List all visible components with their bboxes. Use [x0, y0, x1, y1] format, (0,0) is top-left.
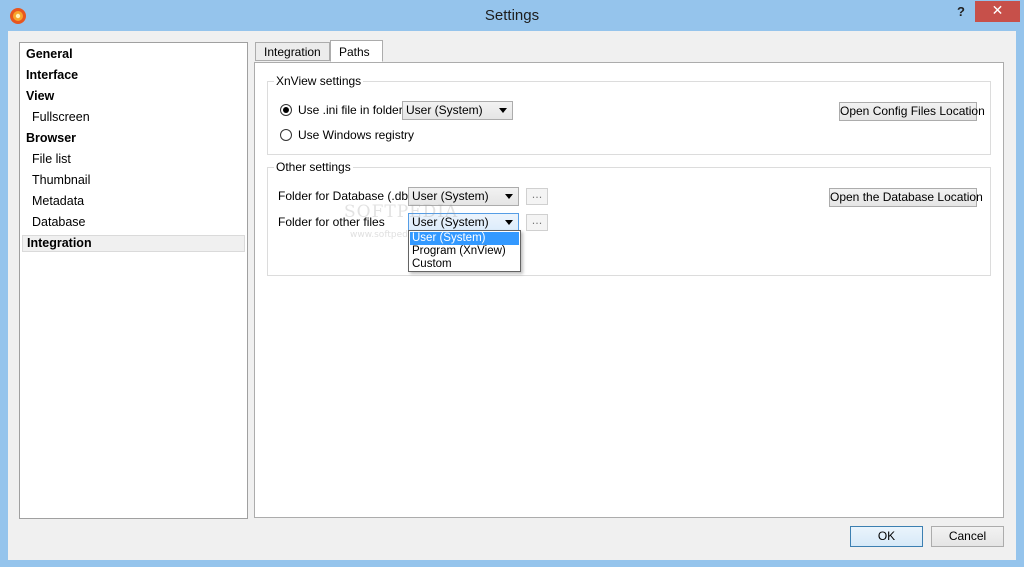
sidebar-item-file-list[interactable]: File list — [22, 151, 243, 168]
title-bar[interactable]: Settings ? ✕ — [0, 0, 1024, 32]
dialog-client-area: General Interface View Fullscreen Browse… — [8, 31, 1016, 560]
softpedia-watermark: SOFTPEDIA — [344, 202, 459, 222]
folder-options-dropdown[interactable]: User (System) Program (XnView) Custom — [408, 230, 521, 272]
sidebar-item-metadata[interactable]: Metadata — [22, 193, 243, 210]
dropdown-option-program-xnview[interactable]: Program (XnView) — [410, 245, 519, 258]
database-folder-label: Folder for Database (.db) — [278, 189, 413, 203]
dropdown-option-user-system[interactable]: User (System) — [410, 232, 519, 245]
xnview-settings-group: XnView settings Use .ini file in folder … — [267, 74, 991, 155]
sidebar-item-fullscreen[interactable]: Fullscreen — [22, 109, 243, 126]
sidebar-item-general[interactable]: General — [22, 46, 243, 63]
sidebar-item-database[interactable]: Database — [22, 214, 243, 231]
sidebar-item-thumbnail[interactable]: Thumbnail — [22, 172, 243, 189]
ini-file-label[interactable]: Use .ini file in folder — [298, 103, 403, 117]
other-settings-title: Other settings — [274, 160, 353, 174]
dropdown-option-custom[interactable]: Custom — [410, 258, 519, 271]
windows-registry-radio[interactable] — [280, 129, 292, 141]
sidebar-item-interface[interactable]: Interface — [22, 67, 243, 84]
sidebar-item-view[interactable]: View — [22, 88, 243, 105]
dropdown-arrow-icon — [499, 108, 507, 113]
ok-button[interactable]: OK — [850, 526, 923, 547]
windows-registry-label[interactable]: Use Windows registry — [298, 128, 414, 142]
cancel-button[interactable]: Cancel — [931, 526, 1004, 547]
sidebar-item-integration[interactable]: Integration — [22, 235, 245, 252]
help-button[interactable]: ? — [948, 2, 974, 22]
ini-folder-combo-value: User (System) — [406, 103, 483, 117]
close-button[interactable]: ✕ — [975, 1, 1020, 22]
open-config-files-button[interactable]: Open Config Files Location — [839, 102, 985, 121]
ini-folder-combo[interactable]: User (System) — [402, 101, 513, 120]
open-database-location-button[interactable]: Open the Database Location — [829, 188, 983, 207]
settings-category-list[interactable]: General Interface View Fullscreen Browse… — [19, 42, 248, 519]
window-title: Settings — [484, 7, 540, 24]
ini-file-radio[interactable] — [280, 104, 292, 116]
dropdown-arrow-icon — [505, 220, 513, 225]
tab-paths[interactable]: Paths — [330, 40, 383, 62]
database-folder-combo-value: User (System) — [412, 189, 489, 203]
tab-integration[interactable]: Integration — [255, 42, 330, 61]
xnview-settings-title: XnView settings — [274, 74, 364, 88]
dropdown-arrow-icon — [505, 194, 513, 199]
other-files-browse-button[interactable]: ... — [526, 214, 548, 231]
database-browse-button[interactable]: ... — [526, 188, 548, 205]
paths-tab-panel: XnView settings Use .ini file in folder … — [254, 62, 1004, 518]
sidebar-item-browser[interactable]: Browser — [22, 130, 243, 147]
settings-window: Settings ? ✕ General Interface View Full… — [0, 0, 1024, 567]
